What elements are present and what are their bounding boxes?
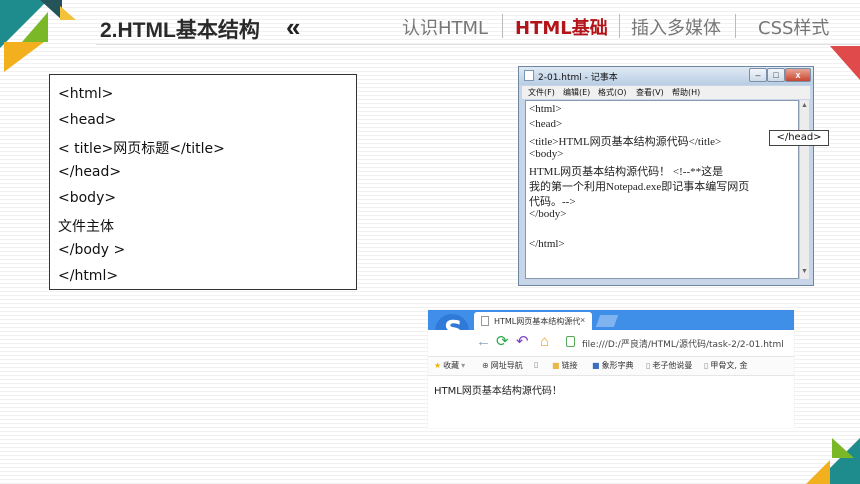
refresh-icon[interactable]: ⟳ [496, 334, 509, 350]
page-title: 2.HTML基本结构 [100, 19, 260, 42]
notepad-line: <title>HTML网页基本结构源代码</title> [529, 136, 722, 148]
nav-item-multimedia[interactable]: 插入多媒体 [631, 14, 721, 40]
maximize-button[interactable]: □ [767, 68, 785, 82]
bookmark-links[interactable]: ■ 链接 [552, 360, 578, 371]
nav-separator [735, 14, 736, 38]
notepad-line: 我的第一个利用Notepad.exe即记事本编写网页 [529, 181, 750, 193]
notepad-line: <html> [529, 103, 562, 115]
globe-icon: ⊕ [482, 361, 489, 370]
notepad-titlebar[interactable]: 2-01.html - 记事本 – □ x [519, 67, 813, 85]
code-line: </html> [58, 268, 119, 284]
deco-triangle-yellow-small [60, 6, 76, 20]
notepad-line: HTML网页基本结构源代码！ <!--**这是 [529, 166, 724, 178]
page-content-text: HTML网页基本结构源代码！ [434, 386, 562, 397]
code-line: <html> [58, 86, 114, 102]
back-icon[interactable]: ← [476, 334, 491, 350]
bookmark-dictionary[interactable]: ■ 象形字典 [592, 360, 634, 371]
notepad-line: </body> [529, 208, 567, 220]
bookmark-blank[interactable]: ▯ [534, 360, 540, 369]
secure-shield-icon [566, 336, 575, 347]
notepad-menubar: 文件(F) 编辑(E) 格式(O) 查看(V) 帮助(H) [522, 86, 810, 99]
browser-tabbar: HTML网页基本结构源代 × [428, 310, 794, 330]
folder-icon: ■ [552, 361, 560, 370]
deco-triangle-yellow-br [806, 460, 830, 484]
chevron-left-icon[interactable]: « [286, 14, 300, 40]
tab-title: HTML网页基本结构源代 [494, 317, 581, 326]
head-tag-callout: </head> [769, 130, 829, 146]
deco-triangle-dark [40, 0, 62, 20]
nav-item-html-basics[interactable]: HTML基础 [515, 14, 608, 40]
code-line: 文件主体 [58, 219, 114, 235]
menu-format[interactable]: 格式(O) [598, 87, 627, 98]
nav-separator [502, 14, 503, 38]
code-line: < title>网页标题</title> [58, 141, 225, 157]
minimize-button[interactable]: – [749, 68, 767, 82]
deco-triangle-yellow [4, 42, 44, 72]
deco-triangle-red-corner [830, 46, 860, 80]
deco-triangle-green-br [832, 438, 854, 458]
page-icon: ▯ [704, 361, 709, 370]
notepad-line: </html> [529, 238, 565, 250]
menu-help[interactable]: 帮助(H) [672, 87, 700, 98]
home-icon[interactable]: ⌂ [540, 334, 549, 350]
menu-file[interactable]: 文件(F) [528, 87, 555, 98]
notepad-title: 2-01.html - 记事本 [538, 73, 618, 83]
site-icon: ■ [592, 361, 600, 370]
scroll-down-icon[interactable]: ▼ [801, 268, 808, 275]
bookmark-nav[interactable]: ⊕ 网址导航 [482, 360, 523, 371]
bookmark-laozi[interactable]: ▯ 老子他说曼 [646, 360, 692, 371]
menu-edit[interactable]: 编辑(E) [563, 87, 590, 98]
scroll-up-icon[interactable]: ▲ [801, 102, 808, 109]
new-tab-button[interactable] [595, 315, 619, 327]
notepad-app-icon [524, 70, 534, 81]
code-line: <head> [58, 112, 117, 128]
title-divider [96, 44, 860, 45]
chevron-down-icon: ▾ [461, 361, 466, 370]
notepad-line: <body> [529, 148, 564, 160]
page-icon: ▯ [646, 361, 651, 370]
notepad-line: <head> [529, 118, 563, 130]
notepad-scrollbar[interactable]: ▲ ▼ [799, 100, 809, 279]
nav-item-css[interactable]: CSS样式 [758, 14, 829, 40]
browser-window: HTML网页基本结构源代 × S ← ⟳ ↶ ⌂ file:///D:/严良清/… [428, 310, 794, 428]
tab-close-icon[interactable]: × [580, 315, 585, 325]
html-structure-box: <html> <head> < title>网页标题</title> </hea… [49, 74, 357, 290]
bookmark-oracle[interactable]: ▯ 甲骨文, 金 [704, 360, 748, 371]
menu-view[interactable]: 查看(V) [636, 87, 664, 98]
nav-separator [619, 14, 620, 38]
bookmarks-bar: ★ 收藏 ▾ ⊕ 网址导航 ▯ ■ 链接 ■ 象形字典 ▯ 老子他说曼 ▯ 甲骨文, 金 [428, 357, 794, 376]
notepad-window: 2-01.html - 记事本 – □ x 文件(F) 编辑(E) 格式(O) … [518, 66, 814, 286]
code-line: </body > [58, 242, 126, 258]
code-line: </head> [58, 164, 122, 180]
notepad-text-area[interactable]: <html> <head> <title>HTML网页基本结构源代码</titl… [525, 100, 799, 279]
notepad-line: 代码。--> [529, 196, 576, 208]
browser-tab[interactable]: HTML网页基本结构源代 × [474, 312, 592, 330]
page-icon: ▯ [534, 360, 539, 369]
undo-icon[interactable]: ↶ [516, 334, 529, 350]
url-text[interactable]: file:///D:/严良清/HTML/源代码/task-2/2-01.html [582, 337, 784, 350]
address-bar: ← ⟳ ↶ ⌂ file:///D:/严良清/HTML/源代码/task-2/2… [428, 330, 794, 357]
bookmark-favorites[interactable]: ★ 收藏 ▾ [434, 360, 467, 371]
close-button[interactable]: x [785, 68, 811, 82]
nav-item-html-intro[interactable]: 认识HTML [402, 14, 488, 40]
code-line: <body> [58, 190, 117, 206]
page-icon [481, 316, 489, 326]
star-icon: ★ [434, 361, 442, 370]
